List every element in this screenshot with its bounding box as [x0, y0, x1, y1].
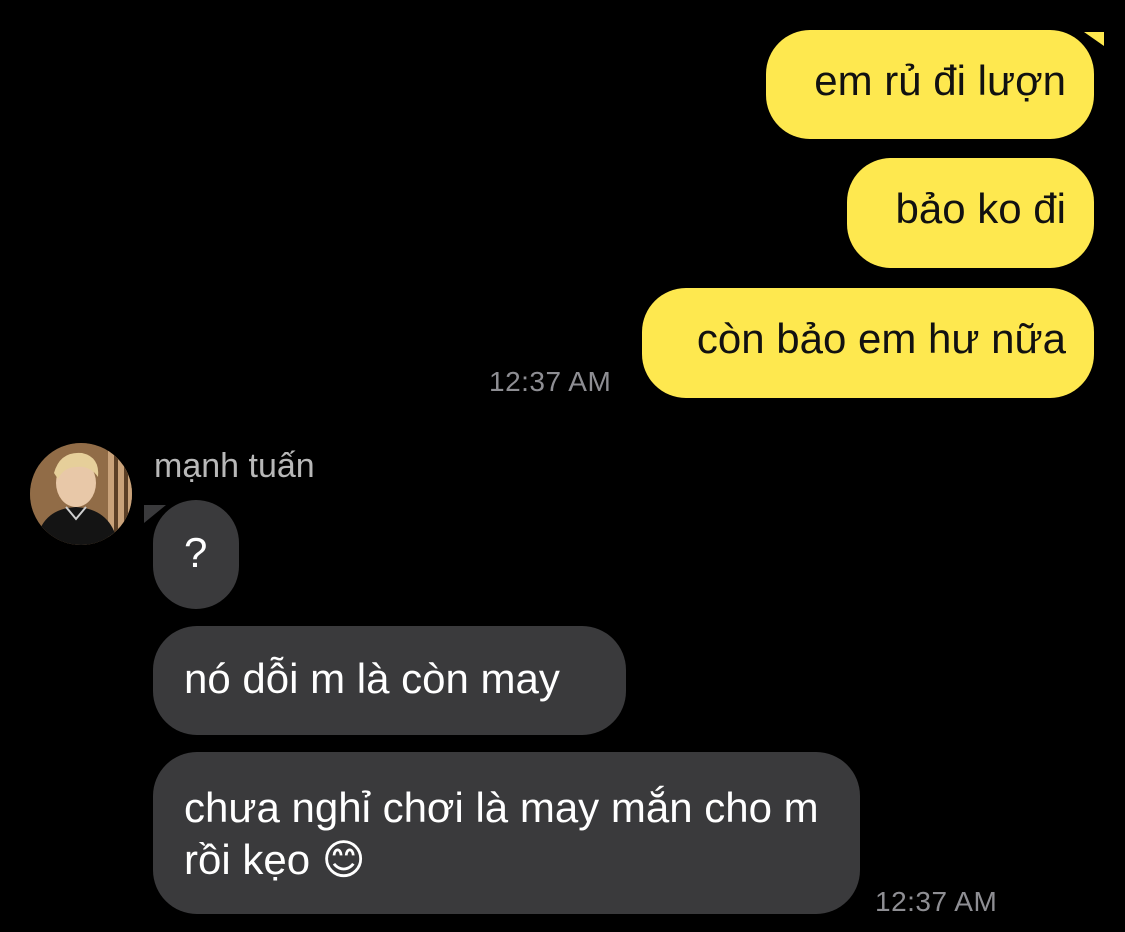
outgoing-message-2[interactable]: bảo ko đi — [847, 158, 1094, 268]
incoming-message-2[interactable]: nó dỗi m là còn may — [153, 626, 626, 735]
incoming-message-1[interactable]: ? — [153, 500, 239, 609]
outgoing-timestamp: 12:37 AM — [489, 366, 612, 397]
outgoing-bubble-tail — [1084, 32, 1104, 46]
message-text: ? — [184, 529, 208, 576]
sender-name: mạnh tuấn — [154, 447, 315, 485]
incoming-timestamp: 12:37 AM — [875, 886, 998, 917]
sender-avatar[interactable] — [30, 443, 132, 545]
avatar-photo-icon — [30, 443, 132, 545]
incoming-message-3[interactable]: chưa nghỉ chơi là may mắn cho m rồi kẹo … — [153, 752, 860, 914]
outgoing-message-1[interactable]: em rủ đi lượn — [766, 30, 1094, 139]
message-text: bảo ko đi — [895, 185, 1066, 232]
outgoing-message-3[interactable]: còn bảo em hư nữa — [642, 288, 1094, 398]
message-text: chưa nghỉ chơi là may mắn cho m rồi kẹo — [184, 784, 819, 883]
message-text: em rủ đi lượn — [814, 57, 1066, 104]
smiling-face-emoji: 😊 — [321, 835, 366, 884]
message-text: còn bảo em hư nữa — [696, 315, 1066, 362]
message-text: nó dỗi m là còn may — [184, 655, 560, 702]
